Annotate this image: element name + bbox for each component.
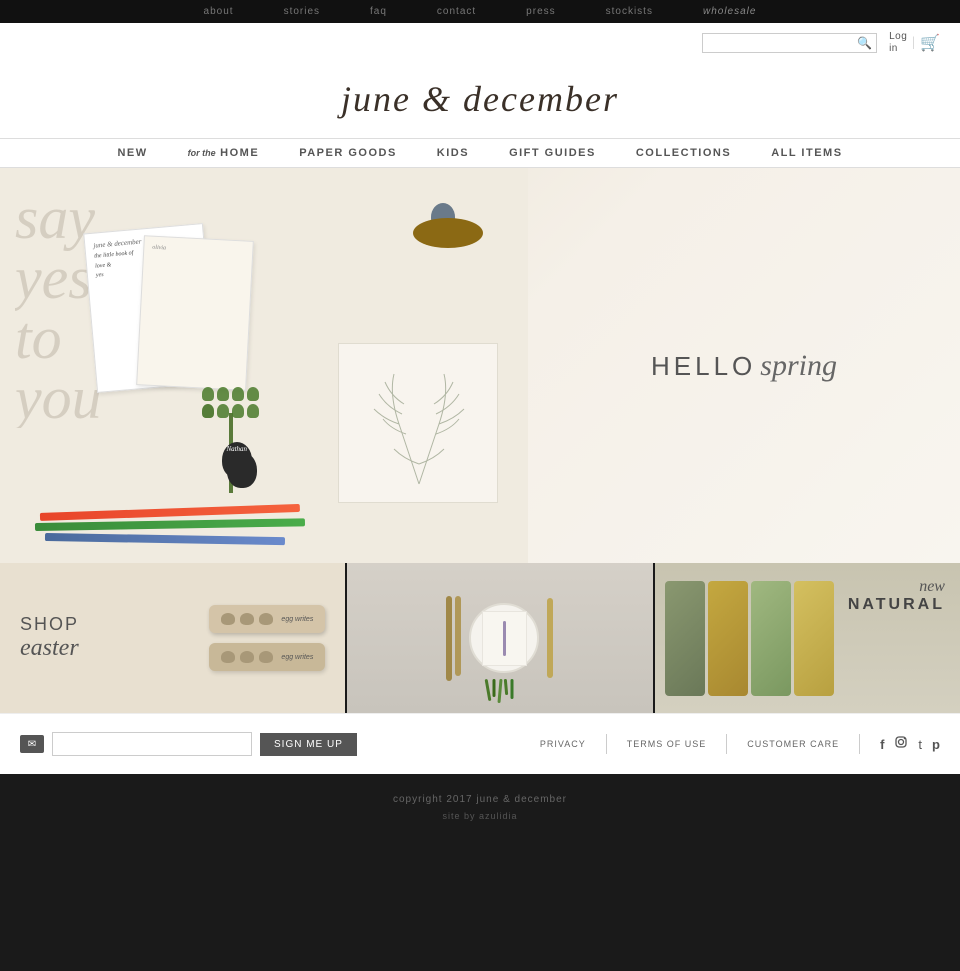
top-nav-bar: about stories FAQ contact press stockist… bbox=[0, 0, 960, 23]
nav-wholesale[interactable]: wholesale bbox=[703, 6, 756, 17]
footer-divider-3 bbox=[859, 734, 860, 754]
nav-stockists[interactable]: stockists bbox=[606, 6, 653, 17]
nav-kids[interactable]: KIDS bbox=[417, 147, 489, 159]
main-navigation: NEW for the HOME PAPER GOODS KIDS GIFT G… bbox=[0, 138, 960, 168]
header-utility: 🔍 Log in | 🛒 bbox=[0, 23, 960, 63]
login-link[interactable]: Log in bbox=[889, 31, 907, 55]
pinterest-icon[interactable]: p bbox=[932, 737, 940, 752]
divider: | bbox=[912, 35, 915, 51]
search-input[interactable] bbox=[707, 37, 857, 49]
footer-link-care[interactable]: CUSTOMER CARE bbox=[747, 739, 839, 749]
table-scene bbox=[347, 563, 652, 713]
bird-nest bbox=[408, 198, 488, 248]
nav-about[interactable]: about bbox=[204, 6, 234, 17]
napkin bbox=[482, 611, 527, 666]
nav-all-items[interactable]: ALL ITEMS bbox=[751, 147, 862, 159]
instagram-icon[interactable] bbox=[894, 735, 908, 753]
botanical-print bbox=[338, 343, 498, 503]
easter-text: SHOP easter bbox=[20, 614, 79, 662]
newsletter-section: ✉ SIGN ME UP bbox=[20, 732, 357, 756]
site-name: june & december bbox=[0, 78, 960, 120]
footer-links: PRIVACY TERMS OF USE CUSTOMER CARE bbox=[540, 734, 839, 754]
paper-card-2: olivia bbox=[136, 235, 254, 391]
twitter-icon[interactable]: t bbox=[918, 737, 922, 752]
egg-cartons: egg writes egg writes bbox=[209, 605, 325, 671]
pencils bbox=[30, 513, 350, 543]
decorated-egg-2 bbox=[227, 452, 257, 488]
copyright-text: copyright 2017 june & december bbox=[20, 794, 940, 805]
nav-faq[interactable]: FAQ bbox=[370, 6, 387, 17]
utensils-left bbox=[446, 596, 461, 681]
swatch-3 bbox=[751, 581, 791, 696]
email-icon: ✉ bbox=[20, 735, 44, 753]
footer-bar: ✉ SIGN ME UP PRIVACY TERMS OF USE CUSTOM… bbox=[0, 713, 960, 774]
paper-cards: june & december the little book oflove &… bbox=[80, 208, 280, 408]
plate bbox=[469, 603, 539, 673]
hero-hello-text: HELLO bbox=[651, 351, 756, 381]
swatch-2 bbox=[708, 581, 748, 696]
footer-divider-1 bbox=[606, 734, 607, 754]
footer-bottom: copyright 2017 june & december site by a… bbox=[0, 774, 960, 841]
search-box[interactable]: 🔍 bbox=[702, 33, 877, 53]
sign-up-button[interactable]: SIGN ME UP bbox=[260, 733, 357, 756]
nav-press[interactable]: press bbox=[526, 6, 555, 17]
nav-contact[interactable]: contact bbox=[437, 6, 476, 17]
swatch-4 bbox=[794, 581, 834, 696]
cart-button[interactable]: 🛒 bbox=[920, 33, 940, 53]
promo-grid: SHOP easter egg writes egg writes bbox=[0, 563, 960, 713]
swatch-1 bbox=[665, 581, 705, 696]
natural-text: new NATURAL bbox=[848, 578, 945, 614]
footer-link-privacy[interactable]: PRIVACY bbox=[540, 739, 586, 749]
nav-stories[interactable]: stories bbox=[284, 6, 320, 17]
nav-collections[interactable]: COLLECTIONS bbox=[616, 147, 751, 159]
promo-natural[interactable]: new NATURAL bbox=[655, 563, 960, 713]
natural-bg: new NATURAL bbox=[655, 563, 960, 713]
hero-right: HELLO spring bbox=[528, 349, 960, 383]
search-button[interactable]: 🔍 bbox=[857, 36, 872, 50]
header-actions: Log in | 🛒 bbox=[889, 31, 940, 55]
promo-table[interactable] bbox=[347, 563, 654, 713]
footer-link-terms[interactable]: TERMS OF USE bbox=[627, 739, 707, 749]
site-by-text: site by azulidia bbox=[20, 811, 940, 821]
social-icons: f t p bbox=[880, 735, 940, 753]
nav-gift-guides[interactable]: GIFT GUIDES bbox=[489, 147, 616, 159]
promo-easter[interactable]: SHOP easter egg writes egg writes bbox=[0, 563, 347, 713]
facebook-icon[interactable]: f bbox=[880, 737, 884, 752]
herb-garnish bbox=[486, 679, 513, 703]
site-title[interactable]: june & december bbox=[0, 63, 960, 138]
hero-spring-text: spring bbox=[760, 349, 837, 382]
nav-paper-goods[interactable]: PAPER GOODS bbox=[279, 147, 417, 159]
email-signup-input[interactable] bbox=[52, 732, 252, 756]
hero-banner[interactable]: sayyestoyou june & december the little b… bbox=[0, 168, 960, 563]
utensils-right bbox=[547, 598, 553, 678]
nav-home[interactable]: for the HOME bbox=[168, 147, 280, 159]
nav-new[interactable]: NEW bbox=[97, 147, 167, 159]
footer-divider-2 bbox=[726, 734, 727, 754]
hero-left-scene: sayyestoyou june & december the little b… bbox=[0, 168, 528, 563]
